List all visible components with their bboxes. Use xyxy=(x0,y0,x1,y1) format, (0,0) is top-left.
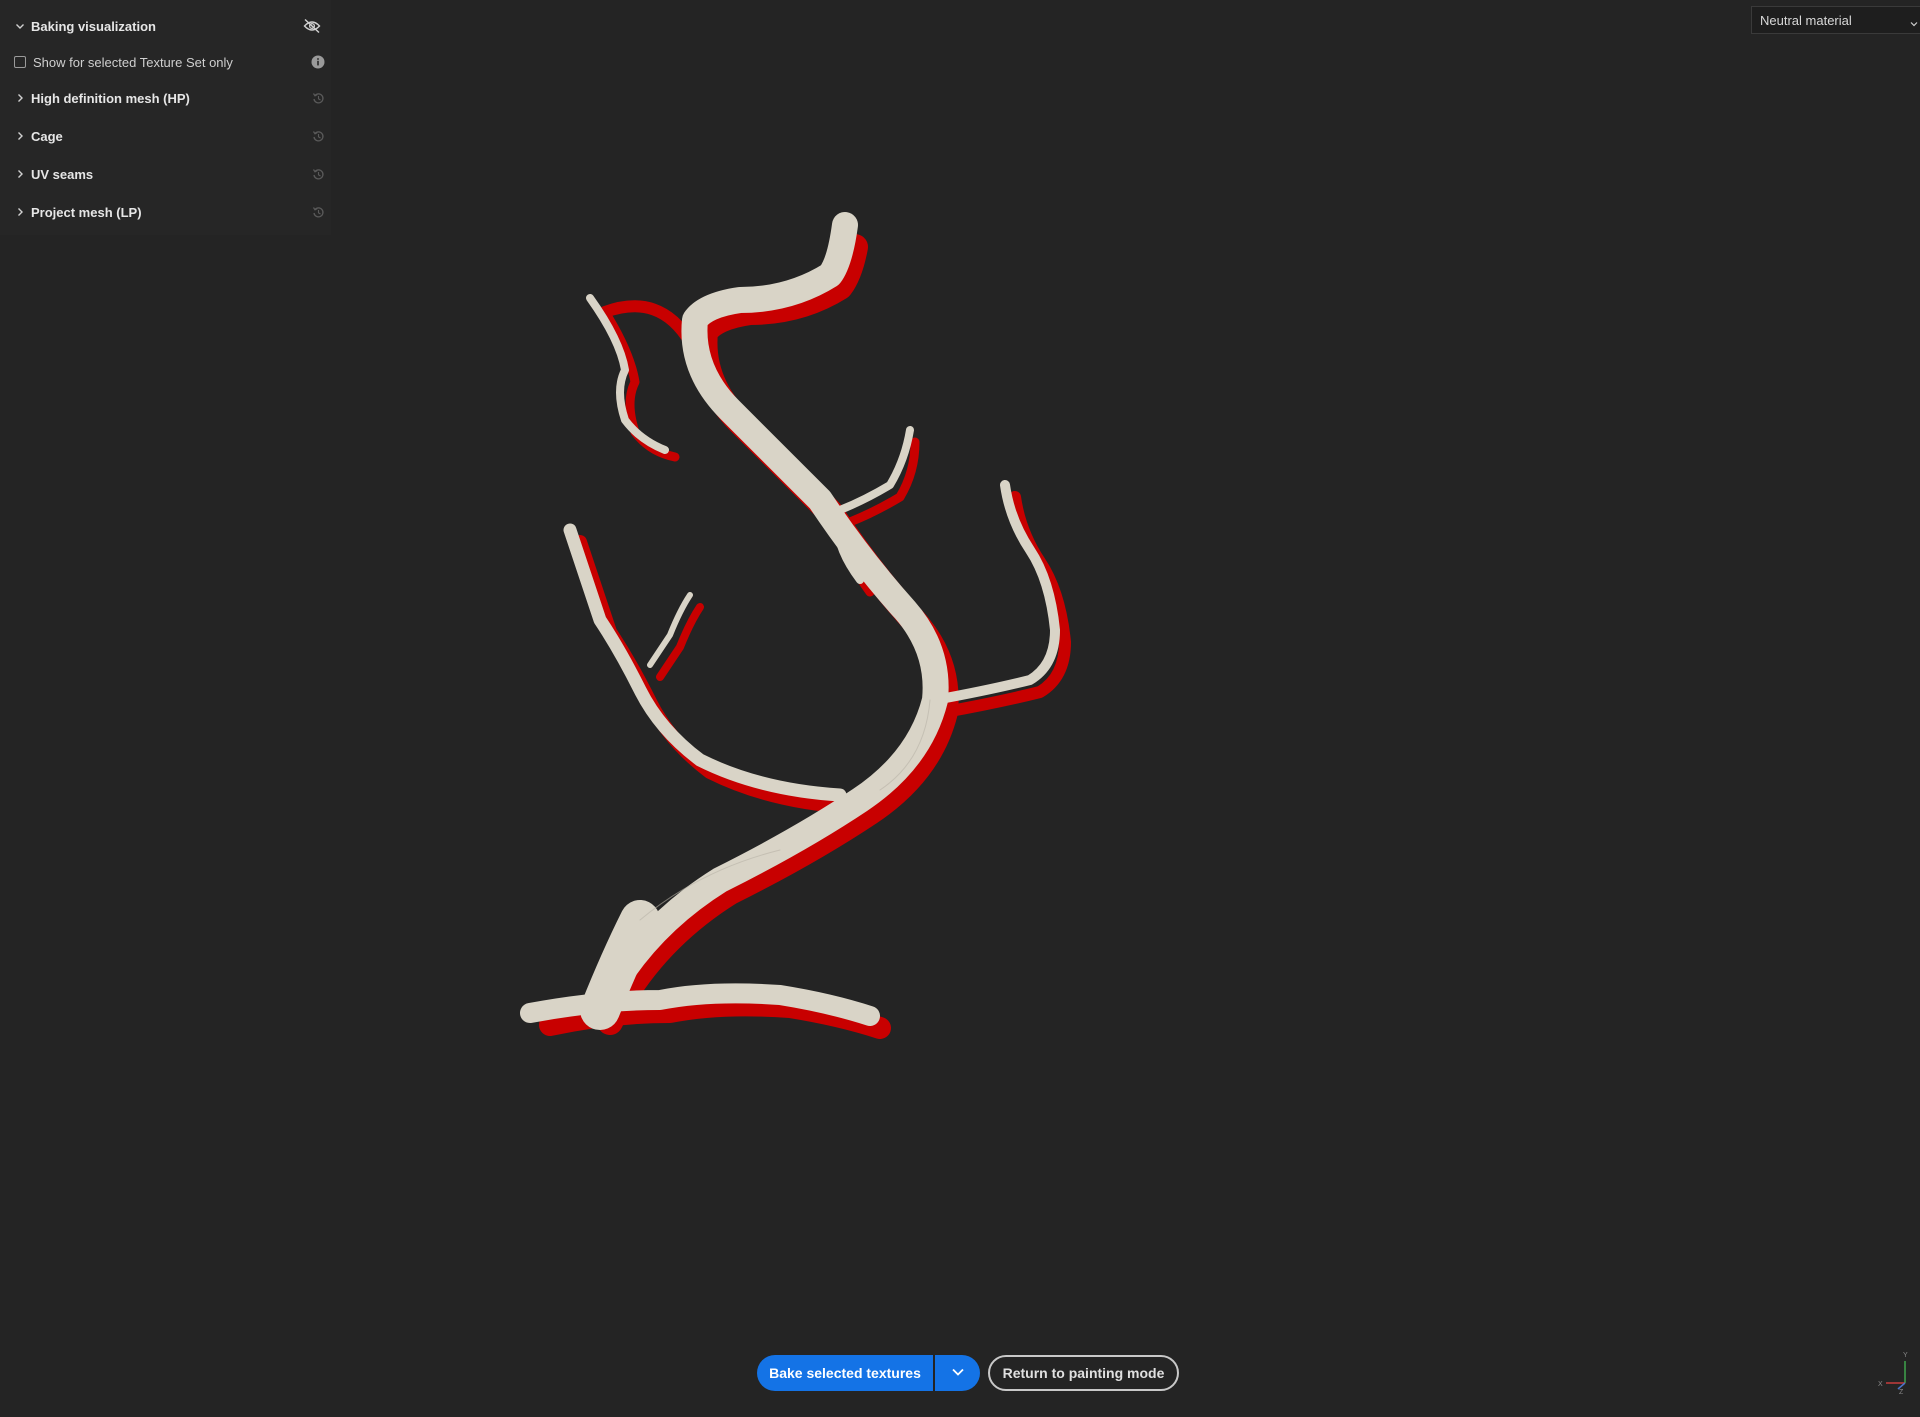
axis-z-label: Z xyxy=(1899,1389,1904,1395)
chevron-down-icon xyxy=(951,1364,965,1382)
axis-y-label: Y xyxy=(1903,1352,1908,1359)
chevron-right-icon[interactable] xyxy=(14,130,26,142)
section-label: Project mesh (LP) xyxy=(31,204,142,220)
section-label: High definition mesh (HP) xyxy=(31,90,190,106)
section-label: UV seams xyxy=(31,166,94,182)
reset-icon[interactable] xyxy=(310,90,326,106)
chevron-down-icon[interactable] xyxy=(14,20,26,32)
section-high-definition-mesh[interactable]: High definition mesh (HP) xyxy=(0,80,331,116)
show-selected-only-row[interactable]: Show for selected Texture Set only xyxy=(0,44,331,80)
baking-visualization-header[interactable]: Baking visualization xyxy=(0,8,331,44)
show-selected-only-checkbox[interactable] xyxy=(14,56,26,68)
chevron-right-icon[interactable] xyxy=(14,206,26,218)
return-to-painting-mode-button[interactable]: Return to painting mode xyxy=(988,1355,1179,1391)
baking-visualization-label: Baking visualization xyxy=(31,18,156,34)
reset-icon[interactable] xyxy=(310,128,326,144)
section-label: Cage xyxy=(31,128,63,144)
section-project-mesh[interactable]: Project mesh (LP) xyxy=(0,194,331,230)
chevron-down-icon xyxy=(1910,15,1918,33)
bake-selected-textures-button[interactable]: Bake selected textures xyxy=(757,1355,933,1391)
baking-panel: Baking visualization Show for selected T… xyxy=(0,0,331,235)
axis-x-label: X xyxy=(1878,1381,1883,1388)
material-dropdown[interactable]: Neutral material xyxy=(1751,6,1920,34)
section-cage[interactable]: Cage xyxy=(0,118,331,154)
info-icon[interactable] xyxy=(310,54,326,70)
show-selected-only-label: Show for selected Texture Set only xyxy=(33,54,233,70)
eye-off-icon[interactable] xyxy=(302,18,322,34)
bake-options-dropdown-button[interactable] xyxy=(935,1355,980,1391)
chevron-right-icon[interactable] xyxy=(14,92,26,104)
chevron-right-icon[interactable] xyxy=(14,168,26,180)
section-uv-seams[interactable]: UV seams xyxy=(0,156,331,192)
material-dropdown-label: Neutral material xyxy=(1760,12,1852,28)
axis-gizmo: Y X Z xyxy=(1878,1352,1908,1395)
reset-icon[interactable] xyxy=(310,166,326,182)
reset-icon[interactable] xyxy=(310,204,326,220)
